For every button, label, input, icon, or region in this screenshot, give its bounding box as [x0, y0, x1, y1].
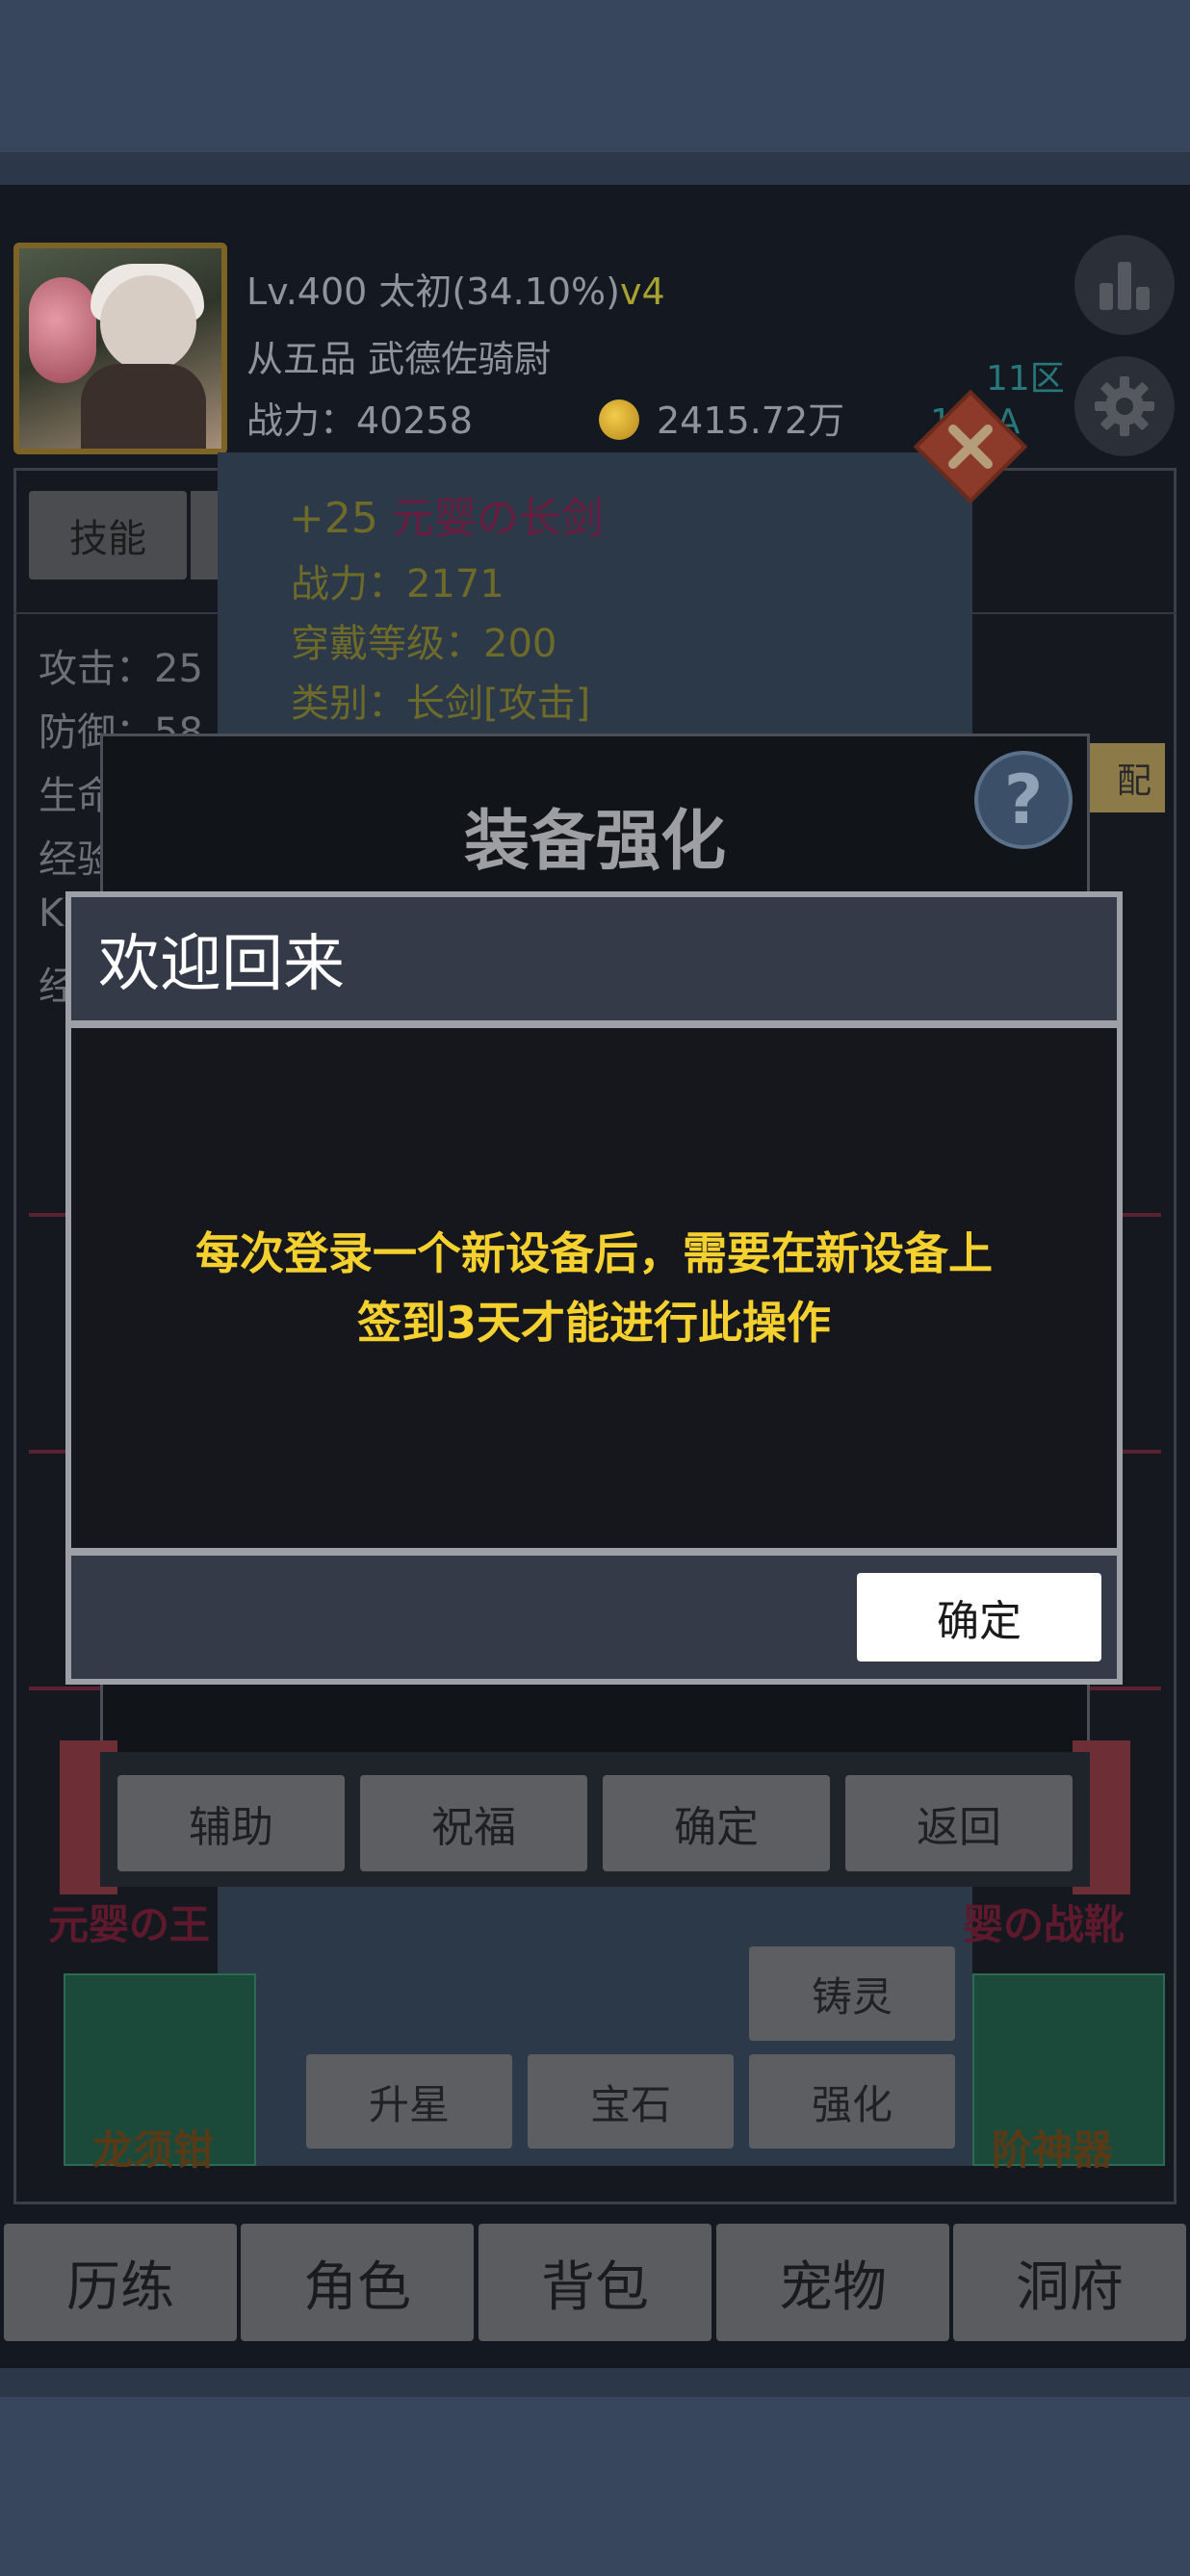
welcome-message: 每次登录一个新设备后，需要在新设备上 签到3天才能进行此操作: [71, 1028, 1117, 1548]
nav-pets[interactable]: 宠物: [716, 2224, 949, 2341]
item-title: +25 元婴の长剑: [289, 483, 604, 545]
flower-bouquet: [29, 277, 96, 383]
enhance-title: 装备强化: [463, 804, 726, 880]
star-up-button[interactable]: 升星: [306, 2054, 512, 2149]
bless-button[interactable]: 祝福: [360, 1775, 587, 1871]
settings-button[interactable]: [1074, 356, 1175, 456]
item-enhance-level: +25: [289, 494, 378, 543]
welcome-message-line2: 签到3天才能进行此操作: [356, 1297, 831, 1349]
cast-spirit-button[interactable]: 铸灵: [749, 1946, 955, 2041]
match-button[interactable]: 配: [1078, 743, 1165, 812]
coin-amount: 2415.72万: [657, 399, 845, 442]
item-name-right: 婴の战靴: [963, 1901, 1125, 1948]
nav-cave[interactable]: 洞府: [953, 2224, 1186, 2341]
enhance-button[interactable]: 强化: [749, 2054, 955, 2149]
item-name-left: 元婴の王: [48, 1901, 211, 1948]
back-button[interactable]: 返回: [845, 1775, 1073, 1871]
tab-next[interactable]: [191, 491, 220, 580]
avatar[interactable]: [13, 243, 227, 454]
help-button[interactable]: ?: [974, 751, 1073, 849]
stats-button[interactable]: [1074, 235, 1175, 335]
card-label-left: 龙须钳: [92, 2126, 215, 2174]
top-bar: [0, 0, 1190, 152]
rank-title: 从五品 武德佐骑尉: [246, 338, 552, 380]
bar-chart-icon: [1099, 262, 1150, 310]
nav-character[interactable]: 角色: [241, 2224, 474, 2341]
tab-skill[interactable]: 技能: [29, 491, 187, 580]
nav-training[interactable]: 历练: [4, 2224, 237, 2341]
gem-button[interactable]: 宝石: [528, 2054, 734, 2149]
item-category: 类别：长剑[攻击]: [291, 682, 591, 726]
top-strip: [0, 152, 1190, 185]
close-icon: [913, 389, 1028, 504]
nav-backpack[interactable]: 背包: [479, 2224, 711, 2341]
ok-button[interactable]: 确定: [857, 1573, 1101, 1662]
coin-icon: [599, 399, 639, 440]
stat-attack: 攻击：25: [39, 647, 203, 691]
avatar-body: [81, 364, 206, 449]
welcome-message-line1: 每次登录一个新设备后，需要在新设备上: [195, 1227, 993, 1279]
avatar-face: [100, 275, 196, 372]
close-button[interactable]: [911, 387, 1030, 506]
level-text: Lv.400 太初(34.10%)v4: [246, 270, 665, 313]
gear-icon: [1095, 376, 1154, 436]
item-equip-level: 穿戴等级：200: [291, 622, 557, 666]
stat-k: K: [39, 891, 65, 936]
vip-level: v4: [619, 270, 665, 313]
welcome-title: 欢迎回来: [71, 897, 1117, 1020]
enhance-confirm-button[interactable]: 确定: [603, 1775, 830, 1871]
bottom-strip: [0, 2368, 1190, 2397]
power-value: 战力：40258: [246, 399, 473, 442]
assist-button[interactable]: 辅助: [117, 1775, 345, 1871]
item-name: 元婴の长剑: [391, 494, 604, 543]
card-label-right: 阶神器: [992, 2126, 1114, 2174]
item-power: 战力：2171: [291, 562, 504, 606]
bottom-bar: [0, 2397, 1190, 2576]
